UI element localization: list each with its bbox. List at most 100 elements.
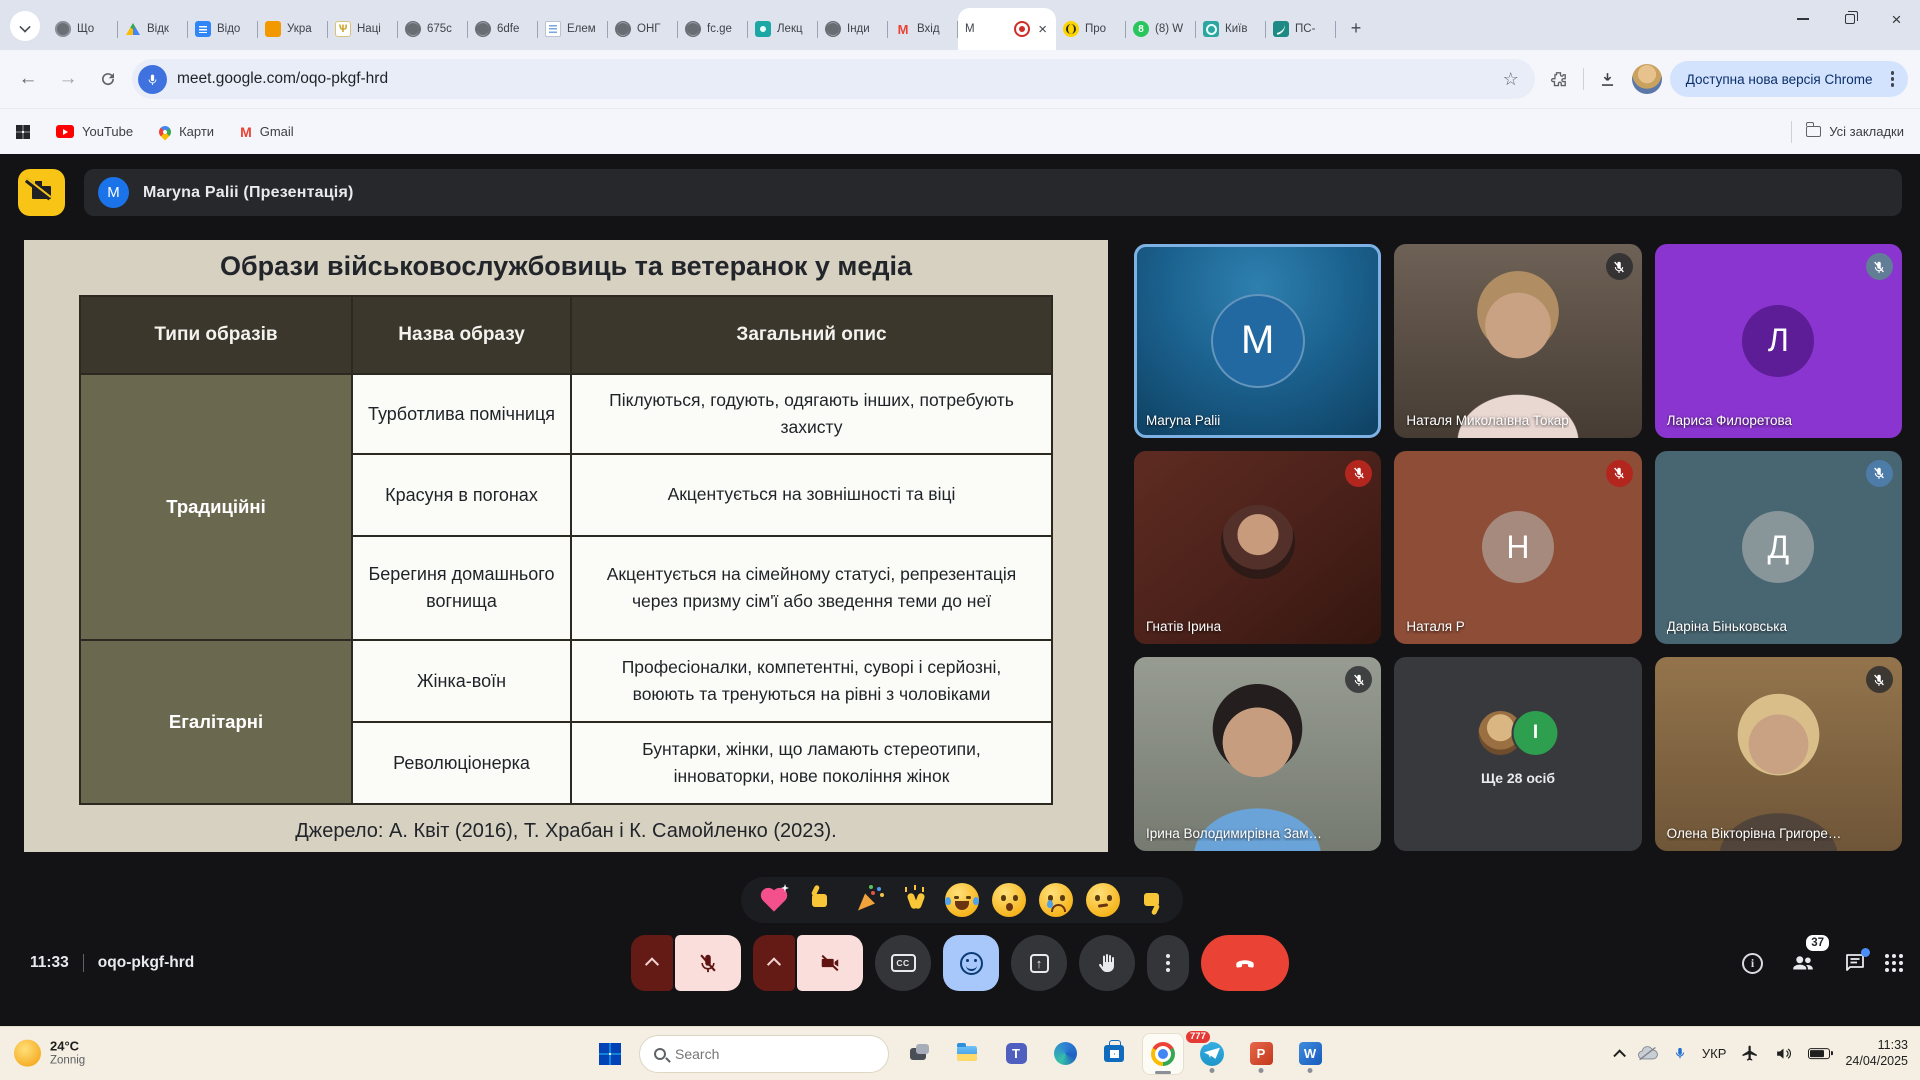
file-explorer-button[interactable] [947,1034,987,1074]
raise-hand-button[interactable] [1079,935,1135,991]
more-options-button[interactable] [1147,935,1189,991]
mic-off-icon [697,952,719,974]
forward-button[interactable]: → [52,63,84,95]
bookmark-maps[interactable]: Карти [159,124,214,139]
battery-icon[interactable] [1808,1048,1830,1059]
astonished-face-icon[interactable] [992,883,1026,917]
tab-1[interactable]: Відк [118,8,188,50]
tab-17[interactable]: ПС- [1266,8,1336,50]
tab-2[interactable]: Відо [188,8,258,50]
meeting-details-button[interactable] [1742,953,1763,974]
tab-close-icon[interactable]: × [1036,22,1049,37]
teams-button[interactable]: T [996,1034,1036,1074]
weather-widget[interactable]: 24°C Zonnig [14,1038,85,1069]
participant-tile-olena[interactable]: Олена Вікторівна Григоре… [1655,657,1902,851]
airplane-icon[interactable] [1741,1045,1759,1063]
profile-avatar[interactable] [1632,64,1662,94]
thumbs-up-icon[interactable] [804,883,838,917]
party-popper-icon[interactable] [851,883,885,917]
participants-button[interactable]: 37 [1790,950,1816,976]
participant-tile-natalia-r[interactable]: Н Наталя Р [1394,451,1641,645]
back-button[interactable]: ← [12,63,44,95]
table-cell: Акцентується на сімейному статусі, репре… [571,536,1052,640]
reload-button[interactable] [92,63,124,95]
tab-0[interactable]: Що [48,8,118,50]
edge-button[interactable] [1045,1034,1085,1074]
tab-9[interactable]: fc.ge [678,8,748,50]
present-button[interactable] [1011,935,1067,991]
tab-14[interactable]: Про [1056,8,1126,50]
telegram-button[interactable]: 777 [1192,1034,1232,1074]
new-tab-button[interactable]: + [1342,14,1370,42]
tab-11[interactable]: Інди [818,8,888,50]
tab-5[interactable]: 675c [398,8,468,50]
overflow-tile[interactable]: І Ще 28 осіб [1394,657,1641,851]
reactions-button[interactable] [943,935,999,991]
thumbs-down-icon[interactable] [1133,883,1167,917]
onedrive-paused-icon[interactable] [1637,1046,1658,1061]
chat-button[interactable] [1843,951,1867,975]
participant-tile-maryna[interactable]: M Maryna Palii [1134,244,1381,438]
mic-permission-icon[interactable] [138,65,167,94]
task-view-button[interactable] [898,1034,938,1074]
apps-shortcut-button[interactable] [16,125,30,139]
tab-label: M [965,23,1008,35]
camera-options-button[interactable] [753,935,795,991]
bookmark-youtube[interactable]: YouTube [56,124,133,139]
captions-button[interactable] [875,935,931,991]
start-button[interactable] [590,1034,630,1074]
taskbar-search-input[interactable] [675,1046,845,1062]
participant-tile-darina[interactable]: Д Даріна Біньковська [1655,451,1902,645]
all-bookmarks-button[interactable]: Усі закладки [1806,124,1904,139]
tab-search-button[interactable] [10,11,40,41]
leave-call-button[interactable] [1201,935,1289,991]
presentation-warning-button[interactable] [18,169,65,216]
tab-3[interactable]: Укра [258,8,328,50]
participant-tile-larysa[interactable]: Л Лариса Филоретова [1655,244,1902,438]
address-bar[interactable]: meet.google.com/oqo-pkgf-hrd ☆ [132,59,1535,99]
tab-12[interactable]: Вхід [888,8,958,50]
bookmark-star-icon[interactable]: ☆ [1497,69,1525,90]
thinking-face-icon[interactable] [1086,883,1120,917]
extensions-button[interactable] [1543,63,1575,95]
store-button[interactable] [1094,1034,1134,1074]
bookmark-gmail[interactable]: MGmail [240,124,294,140]
crying-face-icon[interactable] [1039,883,1073,917]
mic-options-button[interactable] [631,935,673,991]
minimize-button[interactable] [1779,0,1826,38]
tab-10[interactable]: Лекц [748,8,818,50]
browser-menu-icon[interactable] [1891,77,1895,81]
taskbar-clock[interactable]: 11:33 24/04/2025 [1845,1037,1908,1071]
clapping-hands-icon[interactable] [898,883,932,917]
windows-taskbar: 24°C Zonnig T 777 P W [0,1026,1920,1080]
taskbar-search[interactable] [639,1035,889,1073]
camera-off-button[interactable] [797,935,863,991]
tab-16[interactable]: Київ [1196,8,1266,50]
sparkling-heart-icon[interactable] [757,883,791,917]
clock-date: 24/04/2025 [1845,1054,1908,1071]
mic-in-use-icon[interactable] [1673,1046,1687,1062]
mic-off-button[interactable] [675,935,741,991]
tab-4[interactable]: Наці [328,8,398,50]
presentation-slide[interactable]: Образи військовослужбовиць та ветеранок … [24,240,1108,852]
chrome-button[interactable] [1143,1034,1183,1074]
language-indicator[interactable]: УКР [1702,1046,1727,1061]
participant-tile-iryna-v[interactable]: Ірина Володимирівна Зам… [1134,657,1381,851]
tab-meet-active[interactable]: M× [958,8,1056,50]
downloads-button[interactable] [1592,63,1624,95]
speaker-icon[interactable] [1774,1045,1793,1062]
powerpoint-button[interactable]: P [1241,1034,1281,1074]
face-with-tears-of-joy-icon[interactable] [945,883,979,917]
word-button[interactable]: W [1290,1034,1330,1074]
close-button[interactable]: × [1873,0,1920,38]
restore-button[interactable] [1826,0,1873,38]
tab-15[interactable]: (8) W [1126,8,1196,50]
chrome-update-button[interactable]: Доступна нова версія Chrome [1670,61,1908,97]
participant-tile-tokar[interactable]: Наталя Миколаївна Токар [1394,244,1641,438]
tray-expand-icon[interactable] [1613,1049,1626,1062]
tab-7[interactable]: Елем [538,8,608,50]
tab-6[interactable]: 6dfe [468,8,538,50]
participant-tile-hnativ[interactable]: Гнатів Ірина [1134,451,1381,645]
table-header-row: Типи образів Назва образу Загальний опис [80,296,1052,374]
tab-8[interactable]: ОНГ [608,8,678,50]
